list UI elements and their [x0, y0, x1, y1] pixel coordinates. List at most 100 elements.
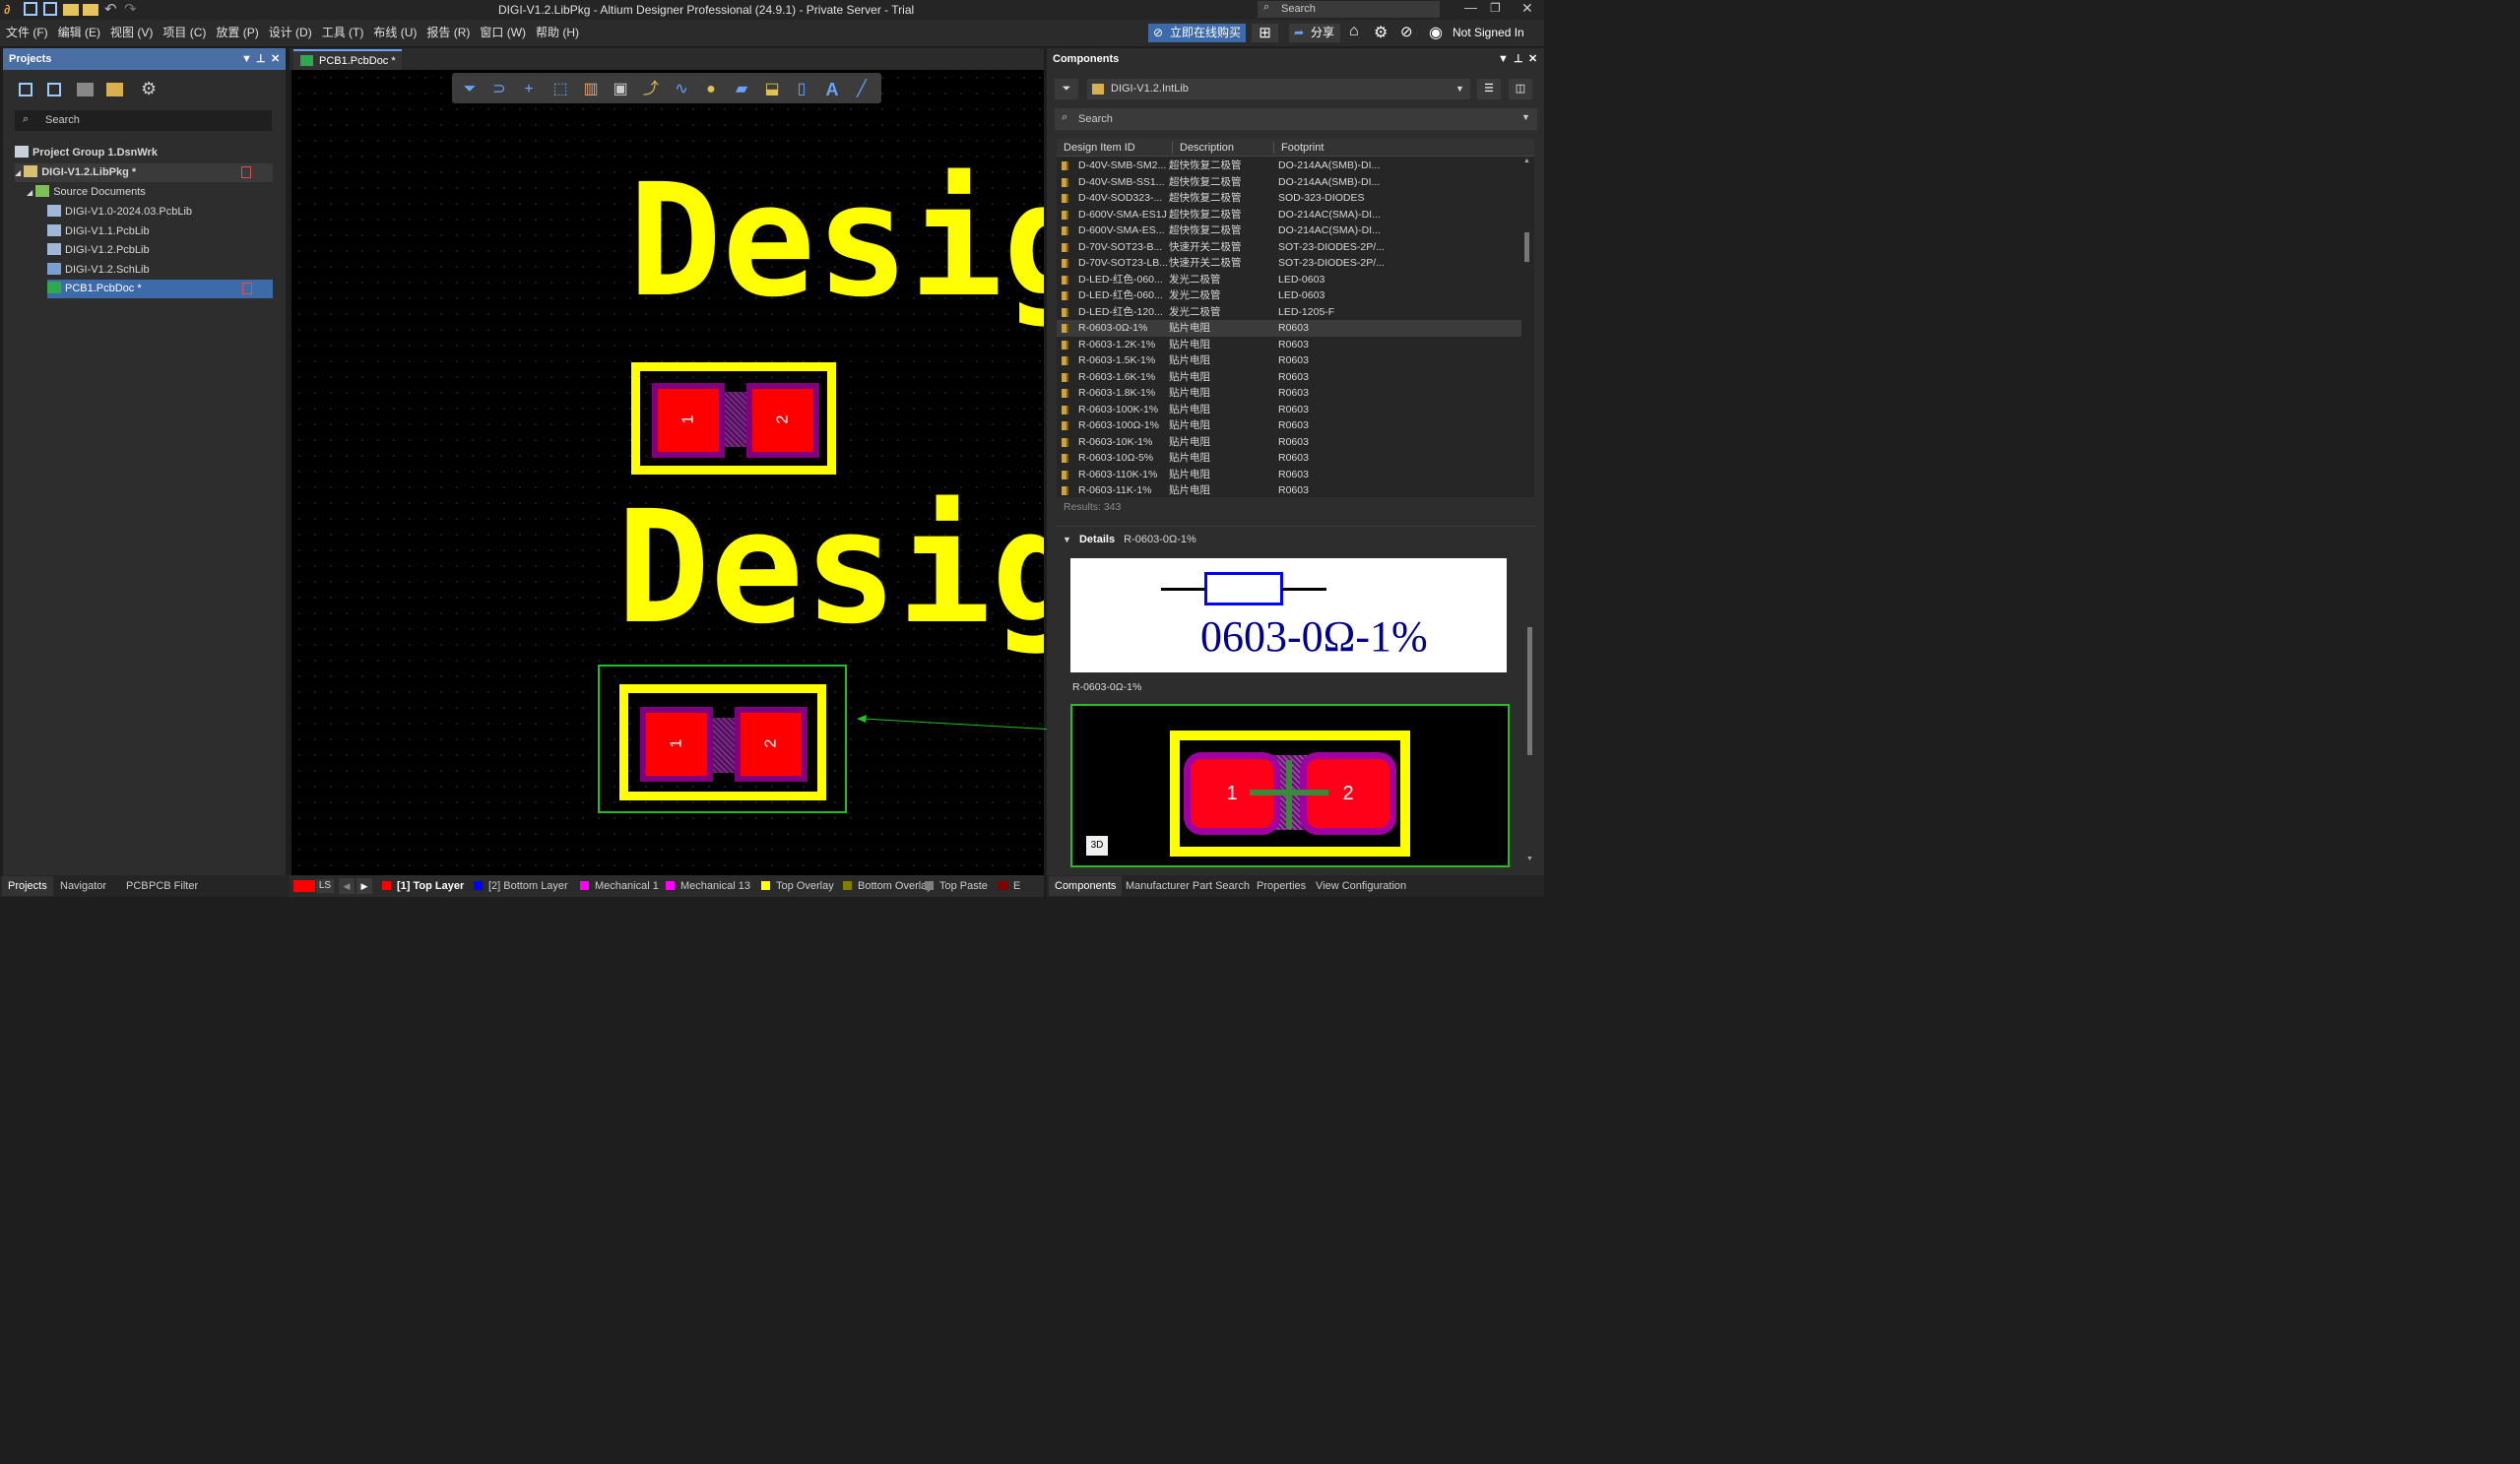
menu-item[interactable]: 帮助 (H)	[531, 20, 584, 46]
table-row[interactable]: R-0603-1.8K-1% 贴片电阻 R0603	[1057, 385, 1521, 402]
col-design-item-id[interactable]: Design Item ID	[1064, 142, 1135, 154]
menu-item[interactable]: 布线 (U)	[368, 20, 421, 46]
table-row[interactable]: D-LED-红色-060... 发光二极管 LED-0603	[1057, 272, 1521, 288]
layer-tab[interactable]: Mechanical 13	[666, 875, 750, 897]
layer-tab[interactable]: [1] Top Layer	[382, 875, 464, 897]
menu-item[interactable]: 窗口 (W)	[475, 20, 531, 46]
table-row[interactable]: D-LED-红色-120... 发光二极管 LED-1205-F	[1057, 304, 1521, 321]
table-row[interactable]: R-0603-10Ω-5% 贴片电阻 R0603	[1057, 450, 1521, 467]
right-panel-tab[interactable]: Manufacturer Part Search	[1120, 876, 1256, 896]
details-scrollbar[interactable]: ▼	[1526, 558, 1534, 871]
compile-icon[interactable]	[77, 83, 94, 96]
redo-icon[interactable]: ↷	[124, 0, 137, 18]
col-description[interactable]: Description	[1172, 142, 1234, 154]
projects-search[interactable]: ⌕ Search	[15, 110, 272, 131]
share-button[interactable]: ➦ 分享	[1289, 24, 1340, 42]
add-button[interactable]: ⊞	[1252, 24, 1278, 42]
project-item[interactable]: ◢ DIGI-V1.2.LibPkg *	[15, 163, 273, 182]
project-file-item[interactable]: PCB1.PcbDoc *	[47, 280, 273, 298]
chevron-down-icon[interactable]: ▼	[1521, 112, 1530, 122]
table-row[interactable]: R-0603-110K-1% 贴片电阻 R0603	[1057, 467, 1521, 483]
current-layer-swatch[interactable]	[293, 880, 315, 892]
pad-1[interactable]: 1	[640, 707, 713, 782]
right-panel-tab[interactable]: Properties	[1251, 876, 1312, 896]
user-avatar-icon[interactable]: ◉	[1429, 23, 1443, 42]
list-view-button[interactable]: ☰	[1477, 79, 1501, 99]
open-folder-icon[interactable]	[63, 4, 79, 16]
table-row[interactable]: R-0603-1.2K-1% 贴片电阻 R0603	[1057, 337, 1521, 353]
scroll-up-icon[interactable]: ▲	[1523, 158, 1530, 164]
scroll-thumb[interactable]	[1524, 232, 1529, 262]
layer-tab[interactable]: E	[999, 875, 1020, 897]
dimension-icon[interactable]: ⬓	[762, 80, 782, 99]
layer-tab[interactable]: Mechanical 1	[580, 875, 659, 897]
route-icon[interactable]: ⤴	[641, 80, 661, 99]
table-row[interactable]: R-0603-100Ω-1% 贴片电阻 R0603	[1057, 417, 1521, 434]
menu-item[interactable]: 视图 (V)	[105, 20, 158, 46]
save-all-icon[interactable]	[43, 2, 57, 16]
table-row[interactable]: R-0603-0Ω-1% 贴片电阻 R0603	[1057, 320, 1521, 337]
prev-layer-icon[interactable]: ◀	[339, 878, 355, 894]
project-group-item[interactable]: Project Group 1.DsnWrk	[15, 144, 158, 162]
buy-online-button[interactable]: ⊘ 立即在线购买	[1148, 24, 1246, 42]
table-row[interactable]: D-40V-SOD323-... 超快恢复二极管 SOD-323-DIODES	[1057, 190, 1521, 207]
table-scrollbar[interactable]: ▲	[1523, 158, 1531, 497]
save-all-projects-icon[interactable]	[47, 83, 61, 96]
footprint-r0603-2[interactable]: 1 2	[619, 684, 826, 800]
pad-2[interactable]: 2	[746, 383, 819, 458]
layer-tab[interactable]: [2] Bottom Layer	[474, 875, 568, 897]
project-file-item[interactable]: DIGI-V1.2.PcbLib	[47, 241, 150, 260]
table-row[interactable]: D-40V-SMB-SS1... 超快恢复二极管 DO-214AA(SMB)-DI.…	[1057, 174, 1521, 191]
table-row[interactable]: D-LED-红色-060... 发光二极管 LED-0603	[1057, 287, 1521, 304]
via-icon[interactable]: ●	[701, 80, 721, 99]
layer-tab[interactable]: Bottom Overlay	[843, 875, 933, 897]
table-row[interactable]: D-70V-SOT23-B... 快速开关二极管 SOT-23-DIODES-2P/…	[1057, 239, 1521, 256]
filter-button[interactable]: ⏷	[1055, 79, 1078, 99]
scroll-down-icon[interactable]: ▼	[1526, 856, 1533, 862]
preview-toggle-button[interactable]: ◫	[1509, 79, 1532, 99]
project-file-item[interactable]: DIGI-V1.2.SchLib	[47, 261, 150, 280]
gear-icon[interactable]: ⚙	[1374, 23, 1388, 42]
polygon-icon[interactable]: ▰	[732, 80, 751, 99]
menu-item[interactable]: 放置 (P)	[211, 20, 263, 46]
next-layer-icon[interactable]: ▶	[356, 878, 372, 894]
global-search[interactable]: ⌕ Search	[1258, 1, 1440, 18]
project-options-icon[interactable]	[106, 83, 123, 96]
user-status[interactable]: Not Signed In	[1453, 26, 1524, 39]
left-panel-tab[interactable]: PCB Filter	[143, 876, 204, 896]
table-row[interactable]: R-0603-10K-1% 贴片电阻 R0603	[1057, 434, 1521, 451]
col-footprint[interactable]: Footprint	[1273, 142, 1324, 154]
pcb-canvas[interactable]: ⏷ ⊃ + ⬚ ▥ ▣ ⤴ ∿ ● ▰ ⬓ ▯ A ╱ Desig Desig …	[291, 70, 1044, 875]
table-row[interactable]: R-0603-100K-1% 贴片电阻 R0603	[1057, 402, 1521, 418]
layer-tab[interactable]: Top Overlay	[761, 875, 834, 897]
table-row[interactable]: D-600V-SMA-ES1J 超快恢复二极管 DO-214AC(SMA)-DI..…	[1057, 207, 1521, 223]
right-panel-tab[interactable]: View Configuration	[1310, 876, 1412, 896]
minimize-icon[interactable]: —	[1464, 0, 1477, 15]
menu-item[interactable]: 报告 (R)	[421, 20, 475, 46]
line-icon[interactable]: ╱	[852, 80, 872, 99]
table-row[interactable]: R-0603-1.5K-1% 贴片电阻 R0603	[1057, 352, 1521, 369]
scroll-thumb[interactable]	[1527, 627, 1532, 755]
notifications-off-icon[interactable]: ⊘	[1400, 23, 1413, 40]
component-icon[interactable]: ▣	[611, 80, 630, 99]
left-panel-tab[interactable]: Projects	[2, 876, 53, 896]
left-panel-tab[interactable]: Navigator	[54, 876, 112, 896]
details-header[interactable]: ▼ Details R-0603-0Ω-1%	[1055, 531, 1537, 548]
panel-menu-icon[interactable]: ▼	[241, 48, 252, 70]
table-row[interactable]: D-600V-SMA-ES... 超快恢复二极管 DO-214AC(SMA)-DI.…	[1057, 223, 1521, 239]
layer-tab[interactable]: Top Paste	[925, 875, 988, 897]
select-rect-icon[interactable]: ⬚	[550, 80, 570, 99]
settings-gear-icon[interactable]: ⚙	[141, 79, 157, 99]
close-panel-icon[interactable]: ✕	[1528, 48, 1537, 70]
table-row[interactable]: D-70V-SOT23-LB... 快速开关二极管 SOT-23-DIODES-2P…	[1057, 255, 1521, 272]
close-window-icon[interactable]: ✕	[1521, 0, 1533, 17]
pin-icon[interactable]: ⊥	[1514, 48, 1523, 70]
table-row[interactable]: R-0603-1.6K-1% 贴片电阻 R0603	[1057, 369, 1521, 386]
table-row[interactable]: D-40V-SMB-SM2... 超快恢复二极管 DO-214AA(SMB)-DI.…	[1057, 158, 1521, 174]
layer-set-button[interactable]: LS	[316, 879, 334, 893]
pad-1[interactable]: 1	[652, 383, 725, 458]
library-select[interactable]: DIGI-V1.2.IntLib ▼	[1087, 79, 1470, 99]
rule-icon[interactable]: ▯	[792, 80, 811, 99]
close-panel-icon[interactable]: ✕	[271, 48, 280, 70]
crosshair-icon[interactable]: +	[519, 80, 539, 99]
